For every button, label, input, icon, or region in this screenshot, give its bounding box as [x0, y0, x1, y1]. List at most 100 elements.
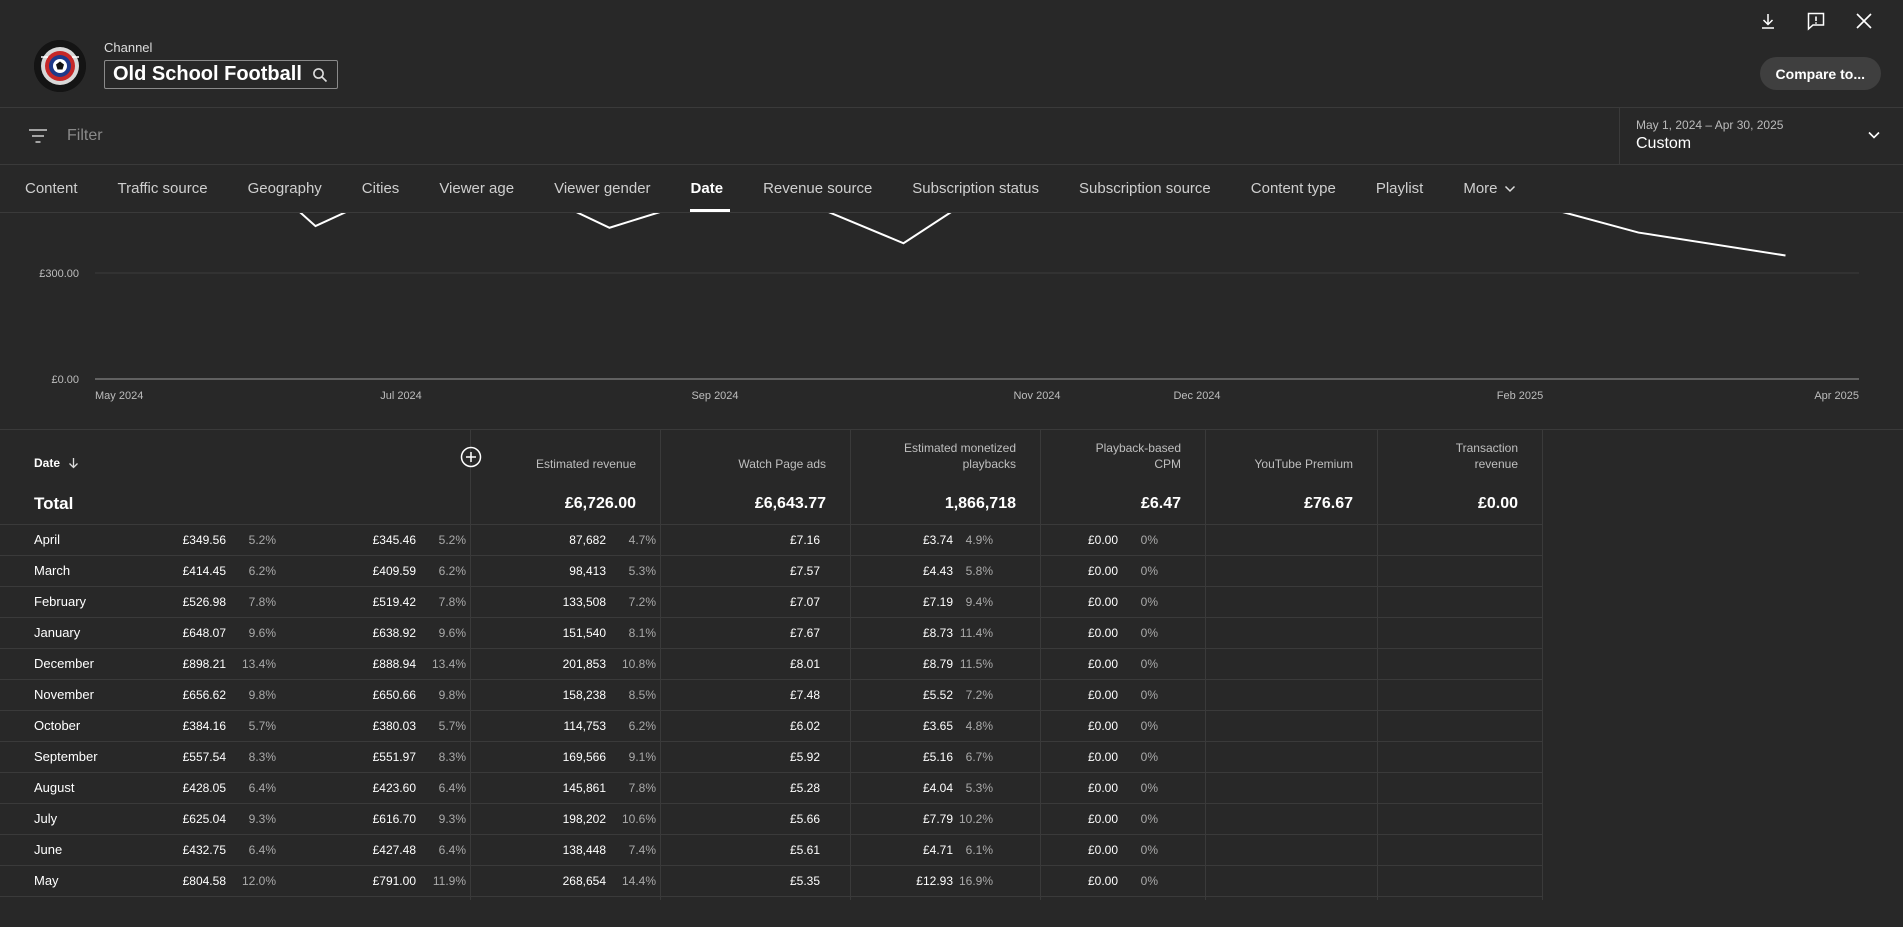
cell-value: £4.04 [922, 781, 953, 795]
date-range-selector[interactable]: May 1, 2024 – Apr 30, 2025 Custom [1619, 108, 1903, 164]
cell-percent: 0% [1140, 874, 1158, 888]
table-row[interactable]: May £804.58 12.0% £791.00 11.9% 268,654 14.4% £… [0, 866, 1543, 897]
cell-percent: 9.3% [438, 812, 466, 826]
cell-percent: 0% [1140, 719, 1158, 733]
cell-value: £5.66 [789, 812, 820, 826]
table-row[interactable]: January £648.07 9.6% £638.92 9.6% 151,540 8.1%… [0, 618, 1543, 649]
cell-value: £5.35 [789, 874, 820, 888]
cell-value: £0.00 [1087, 533, 1118, 547]
col-header-line: Estimated revenue [535, 457, 636, 471]
col-header-transaction-revenue[interactable]: Transaction revenue [1456, 440, 1518, 472]
cell-value: £7.48 [789, 688, 820, 702]
cell-value: 138,448 [562, 843, 606, 857]
tab-subscription-source[interactable]: Subscription source [1079, 165, 1211, 212]
x-tick-label: Nov 2024 [1013, 390, 1060, 402]
table-row[interactable]: February £526.98 7.8% £519.42 7.8% 133,508 7.2… [0, 587, 1543, 618]
tab-content[interactable]: Content [25, 165, 78, 212]
cell-value: £3.65 [922, 719, 953, 733]
table-row[interactable]: October £384.16 5.7% £380.03 5.7% 114,753 6.2%… [0, 711, 1543, 742]
table-row[interactable]: December £898.21 13.4% £888.94 13.4% 201,853 1… [0, 649, 1543, 680]
cell-value: £423.60 [372, 781, 416, 795]
tab-cities[interactable]: Cities [362, 165, 400, 212]
close-icon[interactable] [1851, 8, 1877, 34]
cell-percent: 4.7% [628, 533, 656, 547]
tab-content-type[interactable]: Content type [1251, 165, 1336, 212]
total-label: Total [34, 494, 74, 513]
tab-more[interactable]: More [1463, 165, 1515, 212]
row-date: September [34, 749, 98, 764]
cell-value: £432.75 [182, 843, 226, 857]
cell-value: 133,508 [562, 595, 606, 609]
col-header-monetized-playbacks[interactable]: Estimated monetized playbacks [904, 440, 1016, 472]
tab-revenue-source[interactable]: Revenue source [763, 165, 872, 212]
cell-value: £349.56 [182, 533, 226, 547]
cell-value: £7.67 [789, 626, 820, 640]
cell-value: £0.00 [1087, 781, 1118, 795]
cell-value: £7.07 [789, 595, 820, 609]
cell-value: £345.46 [372, 533, 416, 547]
col-header-youtube-premium[interactable]: YouTube Premium [1255, 456, 1354, 472]
row-date: June [34, 842, 63, 857]
cell-value: £650.66 [372, 688, 416, 702]
tab-more-label: More [1463, 180, 1498, 197]
sort-by-date-header[interactable]: Date [34, 456, 79, 470]
chart-svg: £0.00 £300.00 May 2024 Jul 2024 Sep 2024 Nov … [39, 213, 1859, 402]
tab-viewer-gender[interactable]: Viewer gender [554, 165, 650, 212]
col-header-line: Estimated monetized [903, 441, 1016, 455]
table-row[interactable]: April £349.56 5.2% £345.46 5.2% 87,682 4.7% £7.… [0, 525, 1543, 556]
table-row[interactable]: June £432.75 6.4% £427.48 6.4% 138,448 7.4% £5.… [0, 835, 1543, 866]
cell-percent: 5.8% [965, 564, 993, 578]
x-tick-label: Feb 2025 [1497, 390, 1543, 402]
table-row[interactable]: August £428.05 6.4% £423.60 6.4% 145,861 7.8% £… [0, 773, 1543, 804]
channel-avatar[interactable] [34, 40, 86, 92]
cell-value: £5.52 [922, 688, 953, 702]
cell-value: £6.02 [789, 719, 820, 733]
total-value: £6.47 [1140, 495, 1181, 512]
compare-button[interactable]: Compare to... [1759, 57, 1881, 90]
cell-percent: 14.4% [621, 874, 656, 888]
tab-subscription-status[interactable]: Subscription status [912, 165, 1039, 212]
channel-name: Old School Football [113, 63, 302, 85]
tab-traffic-source[interactable]: Traffic source [118, 165, 208, 212]
cell-percent: 7.8% [438, 595, 466, 609]
table-row[interactable]: November £656.62 9.8% £650.66 9.8% 158,238 8.5… [0, 680, 1543, 711]
col-header-line: YouTube Premium [1254, 457, 1354, 471]
col-header-watch-page-ads[interactable]: Watch Page ads [738, 456, 826, 472]
cell-value: £7.19 [922, 595, 953, 609]
table-row[interactable]: July £625.04 9.3% £616.70 9.3% 198,202 10.6% £5… [0, 804, 1543, 835]
feedback-icon[interactable] [1803, 8, 1829, 34]
table-row[interactable]: September £557.54 8.3% £551.97 8.3% 169,566 9.… [0, 742, 1543, 773]
cell-value: £526.98 [182, 595, 226, 609]
cell-percent: 10.2% [958, 812, 993, 826]
total-value: 1,866,718 [944, 495, 1016, 512]
cell-value: £409.59 [372, 564, 416, 578]
cell-percent: 5.3% [628, 564, 656, 578]
col-header-playback-cpm[interactable]: Playback-based CPM [1096, 440, 1181, 472]
y-tick-label: £0.00 [51, 374, 79, 386]
revenue-chart: £0.00 £300.00 May 2024 Jul 2024 Sep 2024 Nov … [0, 213, 1903, 429]
search-icon[interactable] [312, 67, 328, 83]
cell-value: £0.00 [1087, 750, 1118, 764]
date-range-preset: Custom [1636, 135, 1692, 152]
add-column-button[interactable] [460, 446, 482, 473]
tab-viewer-age[interactable]: Viewer age [439, 165, 514, 212]
cell-percent: 0% [1140, 626, 1158, 640]
cell-percent: 12.0% [241, 874, 276, 888]
cell-percent: 6.2% [438, 564, 466, 578]
date-range-text: May 1, 2024 – Apr 30, 2025 [1636, 118, 1784, 132]
filter-icon[interactable] [28, 127, 48, 150]
tab-playlist[interactable]: Playlist [1376, 165, 1424, 212]
channel-selector[interactable]: Old School Football [104, 60, 338, 89]
cell-value: £7.57 [789, 564, 820, 578]
col-header-line: Playback-based [1095, 441, 1181, 455]
cell-value: £8.73 [922, 626, 953, 640]
download-icon[interactable] [1755, 8, 1781, 34]
tab-geography[interactable]: Geography [248, 165, 322, 212]
cell-value: £7.16 [789, 533, 820, 547]
cell-percent: 9.6% [248, 626, 276, 640]
filter-input[interactable] [65, 126, 669, 146]
cell-value: £888.94 [372, 657, 416, 671]
col-header-estimated-revenue[interactable]: Estimated revenue [536, 456, 636, 472]
table-row[interactable]: March £414.45 6.2% £409.59 6.2% 98,413 5.3% £7.… [0, 556, 1543, 587]
tab-date[interactable]: Date [689, 165, 730, 212]
